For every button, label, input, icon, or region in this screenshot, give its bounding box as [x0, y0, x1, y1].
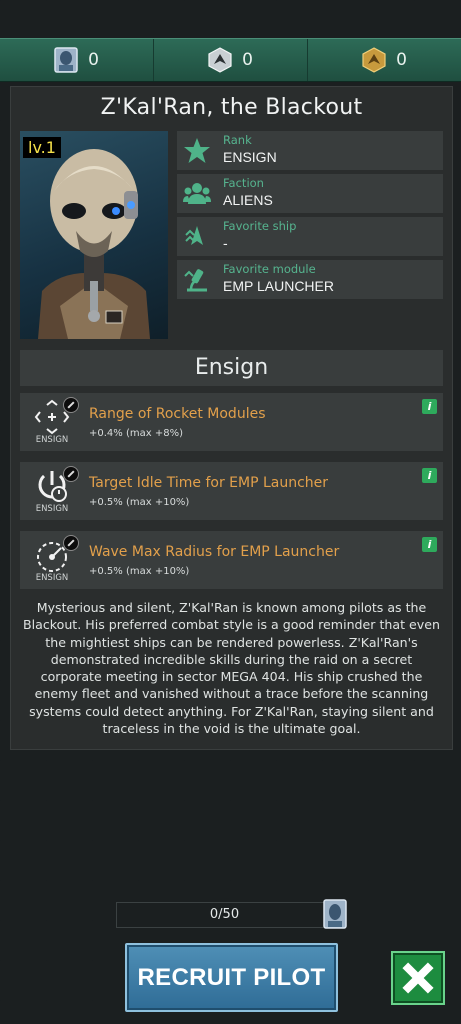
pilot-panel: Z'Kal'Ran, the Blackout lv.1 Rank ENSIGN: [10, 86, 453, 750]
resource-value: 0: [242, 50, 253, 70]
info-label: Rank: [223, 133, 252, 147]
info-favorite-ship: Favorite ship -: [177, 217, 443, 256]
info-button[interactable]: i: [422, 468, 437, 483]
info-rank: Rank ENSIGN: [177, 131, 443, 170]
skill-name: Target Idle Time for EMP Launcher: [89, 475, 329, 491]
info-label: Favorite module: [223, 262, 316, 276]
users-icon: [183, 183, 211, 204]
resource-bar: 0 0 0: [0, 38, 461, 82]
info-value: ENSIGN: [223, 149, 277, 165]
skill-row[interactable]: ENSIGN Wave Max Radius for EMP Launcher …: [20, 531, 443, 589]
module-icon: [184, 269, 207, 292]
pencil-icon: [63, 397, 79, 413]
skill-value: +0.5% (max +10%): [89, 497, 190, 508]
progress-text: 0/50: [209, 907, 240, 922]
resource-ship-badges[interactable]: 0: [154, 39, 308, 81]
info-label: Favorite ship: [223, 219, 297, 233]
info-button[interactable]: i: [422, 537, 437, 552]
skill-rank: ENSIGN: [35, 435, 69, 445]
level-badge: lv.1: [23, 137, 61, 158]
rank-title: Ensign: [20, 350, 443, 386]
info-value: -: [223, 235, 228, 251]
star-icon: [184, 138, 210, 163]
info-value: EMP LAUNCHER: [223, 278, 334, 294]
info-faction: Faction ALIENS: [177, 174, 443, 213]
pilot-portrait: lv.1: [20, 131, 168, 339]
pilot-card-icon: [323, 899, 347, 929]
pilot-description: Mysterious and silent, Z'Kal'Ran is know…: [23, 600, 440, 737]
info-label: Faction: [223, 176, 264, 190]
info-favorite-module: Favorite module EMP LAUNCHER: [177, 260, 443, 299]
skill-row[interactable]: ENSIGN Target Idle Time for EMP Launcher…: [20, 462, 443, 520]
info-button[interactable]: i: [422, 399, 437, 414]
recruit-pilot-button[interactable]: RECRUIT PILOT: [125, 943, 338, 1012]
close-button[interactable]: [391, 951, 445, 1005]
pencil-icon: [63, 466, 79, 482]
resource-gold-badges[interactable]: 0: [308, 39, 461, 81]
skill-value: +0.4% (max +8%): [89, 428, 183, 439]
skill-rank: ENSIGN: [35, 504, 69, 514]
pilot-card-icon: [54, 47, 78, 73]
skill-row[interactable]: ENSIGN Range of Rocket Modules +0.4% (ma…: [20, 393, 443, 451]
resource-value: 0: [88, 50, 99, 70]
alien-pilot-image: [38, 149, 150, 339]
skill-rank: ENSIGN: [35, 573, 69, 583]
ship-icon: [185, 226, 203, 245]
skill-name: Range of Rocket Modules: [89, 406, 266, 422]
info-value: ALIENS: [223, 192, 273, 208]
skill-name: Wave Max Radius for EMP Launcher: [89, 544, 340, 560]
resource-pilot-cards[interactable]: 0: [0, 39, 154, 81]
pencil-icon: [63, 535, 79, 551]
gold-badge-icon: [362, 47, 386, 73]
resource-value: 0: [396, 50, 407, 70]
skill-value: +0.5% (max +10%): [89, 566, 190, 577]
ship-badge-icon: [208, 47, 232, 73]
pilot-name: Z'Kal'Ran, the Blackout: [100, 95, 363, 120]
recruit-progress-bar: 0/50: [116, 902, 333, 928]
